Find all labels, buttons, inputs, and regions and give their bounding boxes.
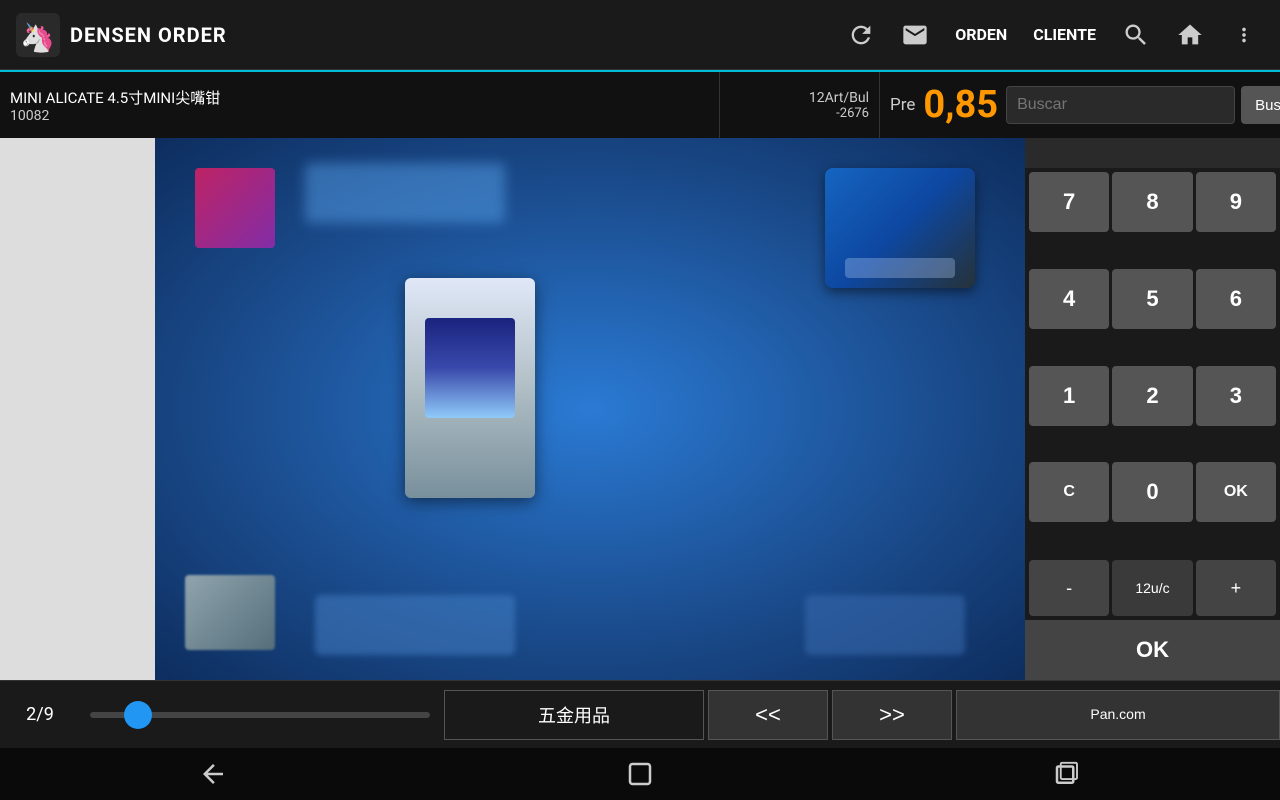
pan-button[interactable]: Pan.com	[956, 690, 1280, 740]
product-thumb-top-center	[305, 163, 505, 223]
bottom-bar: 2/9 五金用品 << >> Pan.com	[0, 680, 1280, 748]
svg-text:🦄: 🦄	[20, 21, 55, 54]
art-bul-value: 12Art/Bul	[809, 90, 869, 106]
buscar-button[interactable]: Buscar	[1241, 86, 1280, 124]
slider-area[interactable]	[80, 712, 440, 718]
numpad-6[interactable]: 6	[1196, 269, 1276, 329]
price-area: Pre 0,85 Buscar	[880, 72, 1280, 138]
refresh-button[interactable]	[841, 15, 881, 55]
category-area: 五金用品	[444, 690, 704, 740]
unit-label-button[interactable]: 12u/c	[1112, 560, 1192, 616]
numpad: 7 8 9 4 5 6 1 2 3 C 0 OK	[1025, 168, 1280, 560]
page-sep: /	[36, 704, 43, 725]
product-code: 10082	[10, 108, 709, 124]
product-thumb-center[interactable]	[405, 278, 535, 498]
numpad-3[interactable]: 3	[1196, 366, 1276, 426]
app-title: DENSEN ORDER	[70, 23, 227, 47]
product-thumb-top-right[interactable]	[825, 168, 975, 288]
numpad-ok[interactable]: OK	[1196, 462, 1276, 522]
page-total: 9	[44, 704, 54, 725]
product-thumb-bottom-center	[315, 595, 515, 655]
ok-large-button[interactable]: OK	[1025, 620, 1280, 680]
numpad-7[interactable]: 7	[1029, 172, 1109, 232]
product-thumb-bottom-right	[805, 595, 965, 655]
page-indicator: 2/9	[0, 704, 80, 725]
numpad-0[interactable]: 0	[1112, 462, 1192, 522]
nav-right-area: ORDEN CLIENTE	[841, 15, 1264, 55]
page-current: 2	[26, 704, 36, 725]
right-sidebar-top	[1025, 138, 1280, 168]
right-sidebar: 7 8 9 4 5 6 1 2 3 C 0 OK - 12u/c + OK	[1025, 138, 1280, 680]
slider-track[interactable]	[90, 712, 430, 718]
cliente-button[interactable]: CLIENTE	[1027, 21, 1102, 48]
home-button[interactable]	[1170, 15, 1210, 55]
product-name: MINI ALICATE 4.5寸MINI尖嘴钳	[10, 87, 709, 108]
numpad-2[interactable]: 2	[1112, 366, 1192, 426]
numpad-5[interactable]: 5	[1112, 269, 1192, 329]
search-button[interactable]	[1116, 15, 1156, 55]
back-button[interactable]	[173, 754, 253, 794]
numpad-1[interactable]: 1	[1029, 366, 1109, 426]
search-input-area: Buscar	[1006, 86, 1280, 124]
numpad-clear[interactable]: C	[1029, 462, 1109, 522]
orden-button[interactable]: ORDEN	[949, 21, 1013, 48]
bul-code: -2676	[836, 106, 869, 121]
search-input[interactable]	[1006, 86, 1235, 124]
prev-page-button[interactable]: <<	[708, 690, 828, 740]
pre-label: Pre	[890, 95, 915, 115]
home-nav-button[interactable]	[600, 754, 680, 794]
unit-row: - 12u/c +	[1025, 560, 1280, 620]
category-label: 五金用品	[538, 702, 610, 728]
product-info-area: MINI ALICATE 4.5寸MINI尖嘴钳 10082	[0, 72, 720, 138]
logo-area: 🦄 DENSEN ORDER	[16, 13, 227, 57]
top-nav-bar: 🦄 DENSEN ORDER ORDEN CLIENTE	[0, 0, 1280, 70]
product-bar: MINI ALICATE 4.5寸MINI尖嘴钳 10082 12Art/Bul…	[0, 70, 1280, 138]
product-art-bul: 12Art/Bul -2676	[720, 72, 880, 138]
slider-thumb[interactable]	[124, 701, 152, 729]
main-content: 7 8 9 4 5 6 1 2 3 C 0 OK - 12u/c + OK	[0, 138, 1280, 680]
plus-button[interactable]: +	[1196, 560, 1276, 616]
left-sidebar	[0, 138, 155, 680]
mail-button[interactable]	[895, 15, 935, 55]
numpad-9[interactable]: 9	[1196, 172, 1276, 232]
app-logo: 🦄	[16, 13, 60, 57]
numpad-8[interactable]: 8	[1112, 172, 1192, 232]
minus-button[interactable]: -	[1029, 560, 1109, 616]
pan-label: Pan.com	[1090, 706, 1145, 723]
product-thumb-top-left[interactable]	[195, 168, 275, 248]
next-page-button[interactable]: >>	[832, 690, 952, 740]
price-value: 0,85	[923, 83, 998, 127]
product-thumb-bottom-left[interactable]	[185, 575, 275, 650]
more-menu-button[interactable]	[1224, 15, 1264, 55]
android-nav-bar	[0, 748, 1280, 800]
recents-button[interactable]	[1027, 754, 1107, 794]
numpad-4[interactable]: 4	[1029, 269, 1109, 329]
product-image-area	[155, 138, 1025, 680]
